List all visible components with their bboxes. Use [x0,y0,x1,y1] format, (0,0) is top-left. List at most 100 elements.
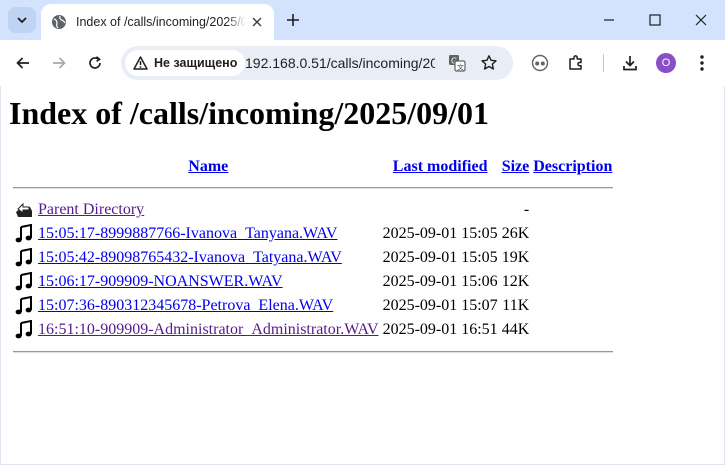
active-tab[interactable]: Index of /calls/incoming/2025/09/01 [41,4,274,40]
toolbar-separator [603,54,604,72]
reload-icon [89,56,101,69]
modified-cell: 2025-09-01 15:05 [382,225,498,242]
sound-icon [15,248,32,267]
star-icon [481,55,497,70]
tab-search-button[interactable] [8,7,36,33]
size-column-header: Size [501,157,531,177]
modified-cell: 2025-09-01 15:07 [382,297,498,314]
name-column-header: Name [37,157,380,177]
address-bar[interactable]: Не защищено 192.168.0.51/calls/incoming/… [121,46,513,80]
modified-cell: 2025-09-01 15:06 [382,273,498,290]
file-link[interactable]: 16:51:10-909909-Administrator_Administra… [38,321,379,338]
extensions-button[interactable] [565,52,587,74]
file-link[interactable]: 15:07:36-890312345678-Petrova_Elena.WAV [38,297,333,314]
close-window-button[interactable] [678,0,724,40]
icon-cell [13,295,35,317]
media-control-button[interactable] [529,52,551,74]
globe-icon [52,15,66,29]
size-cell: 44K [501,321,530,338]
close-tab-button[interactable] [248,13,266,31]
arrow-right-icon [53,57,66,69]
forward-button[interactable] [46,50,72,76]
warning-icon [133,56,148,70]
description-cell [532,271,613,293]
separator-row [13,343,614,361]
description-cell [532,295,613,317]
size-cell: 11K [502,297,530,314]
browser-menu-button[interactable] [691,52,713,74]
svg-text:文: 文 [457,63,464,72]
size-cell: - [523,201,530,218]
size-cell: 12K [501,273,530,290]
reload-button[interactable] [82,50,108,76]
downloads-button[interactable] [619,52,641,74]
sort-by-modified-link[interactable]: Last modified [393,158,488,175]
directory-listing: Name Last modified Size Description Pare… [11,155,615,363]
download-icon [623,56,637,71]
translate-icon: G文 [449,55,466,72]
modified-cell: 2025-09-01 15:05 [382,249,498,266]
name-cell: Parent Directory [37,199,380,221]
back-button[interactable] [10,50,36,76]
sort-by-description-link[interactable]: Description [533,158,612,175]
sound-icon [15,272,32,291]
modified-column-header: Last modified [382,157,499,177]
icon-cell [13,199,35,221]
plus-icon [287,14,299,26]
puzzle-icon [569,55,582,70]
sound-icon [15,320,32,339]
page-heading: Index of /calls/incoming/2025/09/01 [9,95,490,131]
table-row: 15:06:17-909909-NOANSWER.WAV 2025-09-01 … [13,271,613,293]
profile-avatar[interactable]: O [656,53,676,73]
minimize-icon [604,19,614,21]
icon-cell [13,223,35,245]
url-text[interactable]: 192.168.0.51/calls/incoming/2025/09/01/ [245,55,435,71]
parent-directory-link[interactable]: Parent Directory [38,201,144,218]
translate-button[interactable]: G文 [447,53,467,73]
minimize-button[interactable] [586,0,632,40]
security-chip[interactable]: Не защищено [125,50,246,76]
arrow-left-icon [16,57,29,69]
tab-strip: Index of /calls/incoming/2025/09/01 [0,0,725,40]
close-icon [252,17,262,27]
sound-icon [15,296,32,315]
tab-title: Index of /calls/incoming/2025/09/01 [76,15,246,29]
description-cell [532,199,613,221]
size-cell: 26K [501,225,530,242]
sound-icon [15,224,32,243]
description-cell [532,247,613,269]
size-cell: 19K [501,249,530,266]
file-link[interactable]: 15:05:42-89098765432-Ivanova_Tatyana.WAV [38,249,342,266]
icon-column-header [13,157,35,177]
name-cell: 15:07:36-890312345678-Petrova_Elena.WAV [37,295,380,317]
icon-cell [13,247,35,269]
separator-row [13,179,614,197]
name-cell: 15:05:42-89098765432-Ivanova_Tatyana.WAV [37,247,380,269]
chevron-down-icon [17,17,27,24]
close-icon [695,14,707,26]
bookmark-button[interactable] [479,53,499,73]
kebab-menu-icon [700,55,704,71]
sort-by-size-link[interactable]: Size [502,158,530,175]
sort-by-name-link[interactable]: Name [188,158,228,175]
page-content: Index of /calls/incoming/2025/09/01 Name… [1,86,724,464]
table-row: 15:05:42-89098765432-Ivanova_Tatyana.WAV… [13,247,613,269]
name-cell: 16:51:10-909909-Administrator_Administra… [37,319,380,341]
separator [13,351,614,353]
icon-cell [13,319,35,341]
description-cell [532,319,613,341]
icon-cell [13,271,35,293]
table-row: Parent Directory - [13,199,613,221]
description-column-header: Description [532,157,613,177]
maximize-icon [649,14,661,26]
table-row: 15:05:17-8999887766-Ivanova_Tanyana.WAV … [13,223,613,245]
file-link[interactable]: 15:05:17-8999887766-Ivanova_Tanyana.WAV [38,225,337,242]
file-link[interactable]: 15:06:17-909909-NOANSWER.WAV [38,273,283,290]
separator [13,187,614,189]
back-folder-icon [16,202,32,217]
new-tab-button[interactable] [283,10,303,30]
name-cell: 15:06:17-909909-NOANSWER.WAV [37,271,380,293]
security-label: Не защищено [154,56,238,70]
description-cell [532,223,613,245]
maximize-button[interactable] [632,0,678,40]
